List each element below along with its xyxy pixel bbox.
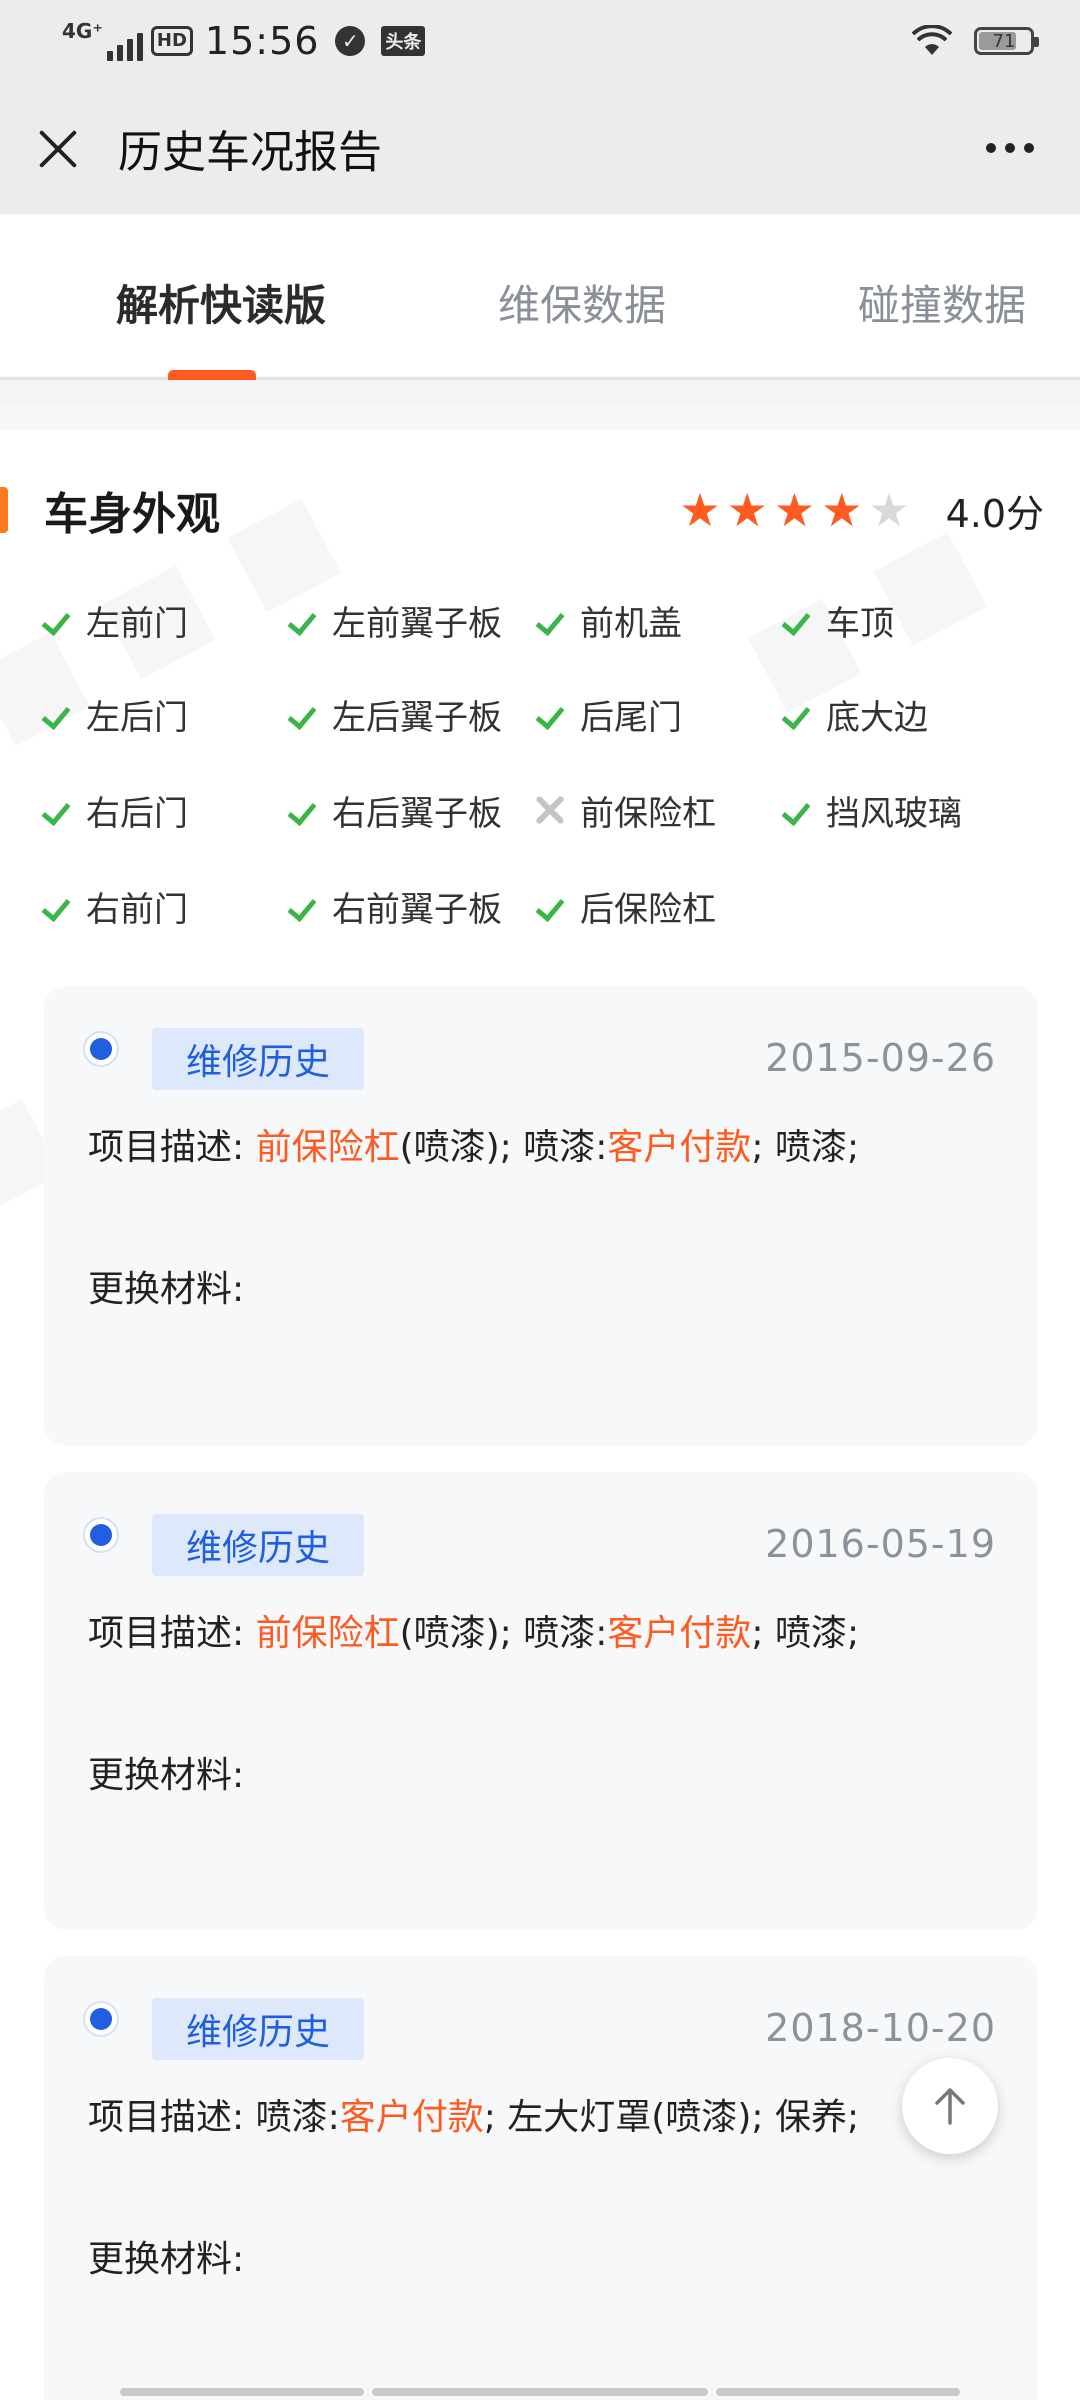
check-icon (38, 696, 74, 732)
page-title: 历史车况报告 (118, 127, 382, 178)
part-item: 挡风玻璃 (778, 780, 962, 840)
check-icon (38, 888, 74, 924)
status-bar: 4G⁺ HD 15:56 ✓ 头条 71 (0, 0, 1080, 82)
repair-record-card[interactable]: 维修历史 2016-05-19 项目描述: 前保险杠(喷漆); 喷漆:客户付款;… (44, 1472, 1038, 1930)
record-description: 项目描述: 喷漆:客户付款; 左大灯罩(喷漆); 保养; (88, 2097, 860, 2138)
arrow-up-icon (935, 2088, 965, 2125)
record-description: 项目描述: 前保险杠(喷漆); 喷漆:客户付款; 喷漆; (88, 1127, 860, 1168)
notification-icon: ✓ (335, 26, 366, 56)
rating-stars: ★ ★ ★ ★ ★ (679, 487, 909, 533)
record-date: 2016-05-19 (765, 1522, 996, 1566)
part-item: 前保险杠 (532, 780, 716, 840)
signal-icon: 4G⁺ (62, 21, 143, 61)
timeline-dot (90, 1524, 112, 1546)
timeline-dot (90, 1038, 112, 1060)
record-type-tag: 维修历史 (152, 1514, 364, 1576)
record-materials: 更换材料: (88, 1269, 245, 1310)
star-icon: ★ (773, 483, 816, 537)
section-header-body-exterior: 车身外观 ★ ★ ★ ★ ★ 4.0分 (0, 470, 1080, 550)
part-item: 右后门 (38, 780, 188, 840)
part-item: 右前门 (38, 876, 188, 936)
part-item: 左前翼子板 (284, 590, 502, 650)
star-icon: ★ (679, 483, 721, 537)
check-icon (778, 792, 814, 828)
record-date: 2015-09-26 (765, 1036, 996, 1080)
tab-quick-read[interactable]: 解析快读版 (116, 272, 326, 333)
repair-record-card[interactable]: 维修历史 2018-10-20 项目描述: 喷漆:客户付款; 左大灯罩(喷漆);… (44, 1956, 1038, 2400)
part-item: 前机盖 (532, 590, 682, 650)
scroll-indicator (372, 2388, 708, 2396)
check-icon (284, 888, 320, 924)
active-tab-indicator (168, 370, 256, 380)
check-icon (38, 792, 74, 828)
record-materials: 更换材料: (88, 1755, 245, 1796)
divider (0, 406, 1080, 430)
network-type: 4G⁺ (62, 19, 103, 43)
scroll-indicator (716, 2388, 960, 2396)
check-icon (532, 888, 568, 924)
check-icon (532, 602, 568, 638)
tab-collision-data[interactable]: 碰撞数据 (858, 272, 1026, 333)
app-badge: 头条 (381, 26, 426, 56)
repair-record-card[interactable]: 维修历史 2015-09-26 项目描述: 前保险杠(喷漆); 喷漆:客户付款;… (44, 986, 1038, 1446)
scroll-indicator (120, 2388, 364, 2396)
section-marker (0, 487, 8, 533)
clock: 15:56 (204, 19, 320, 63)
more-icon[interactable] (976, 133, 1044, 163)
hd-icon: HD (150, 26, 193, 56)
check-icon (38, 602, 74, 638)
star-icon: ★ (821, 483, 863, 537)
part-item: 后保险杠 (532, 876, 716, 936)
check-icon (284, 602, 320, 638)
part-item: 后尾门 (532, 684, 682, 744)
tab-bar: 解析快读版 维保数据 碰撞数据 (0, 214, 1080, 380)
title-bar: 历史车况报告 (0, 82, 1080, 214)
rating-score: 4.0分 (945, 491, 1044, 536)
battery-level: 71 (992, 30, 1016, 52)
star-icon: ★ (868, 483, 910, 537)
record-type-tag: 维修历史 (152, 1028, 364, 1090)
check-icon (778, 696, 814, 732)
check-icon (284, 696, 320, 732)
part-item: 右前翼子板 (284, 876, 502, 936)
divider (0, 380, 1080, 406)
part-item: 左后门 (38, 684, 188, 744)
record-description: 项目描述: 前保险杠(喷漆); 喷漆:客户付款; 喷漆; (88, 1613, 860, 1654)
close-icon[interactable] (36, 126, 80, 170)
star-icon: ★ (726, 483, 768, 537)
battery-icon: 71 (974, 27, 1039, 55)
back-to-top-button[interactable] (902, 2058, 998, 2154)
record-materials: 更换材料: (88, 2239, 245, 2280)
check-icon (778, 602, 814, 638)
section-title: 车身外观 (44, 489, 220, 540)
part-item: 左后翼子板 (284, 684, 502, 744)
check-icon (284, 792, 320, 828)
tab-maintenance-data[interactable]: 维保数据 (498, 272, 666, 333)
timeline-dot (90, 2008, 112, 2030)
record-type-tag: 维修历史 (152, 1998, 364, 2060)
part-item: 左前门 (38, 590, 188, 650)
part-item: 底大边 (778, 684, 928, 744)
wrench-icon (532, 792, 568, 828)
wifi-icon (912, 25, 952, 55)
record-date: 2018-10-20 (765, 2006, 996, 2050)
part-item: 车顶 (778, 590, 894, 650)
check-icon (532, 696, 568, 732)
part-item: 右后翼子板 (284, 780, 502, 840)
